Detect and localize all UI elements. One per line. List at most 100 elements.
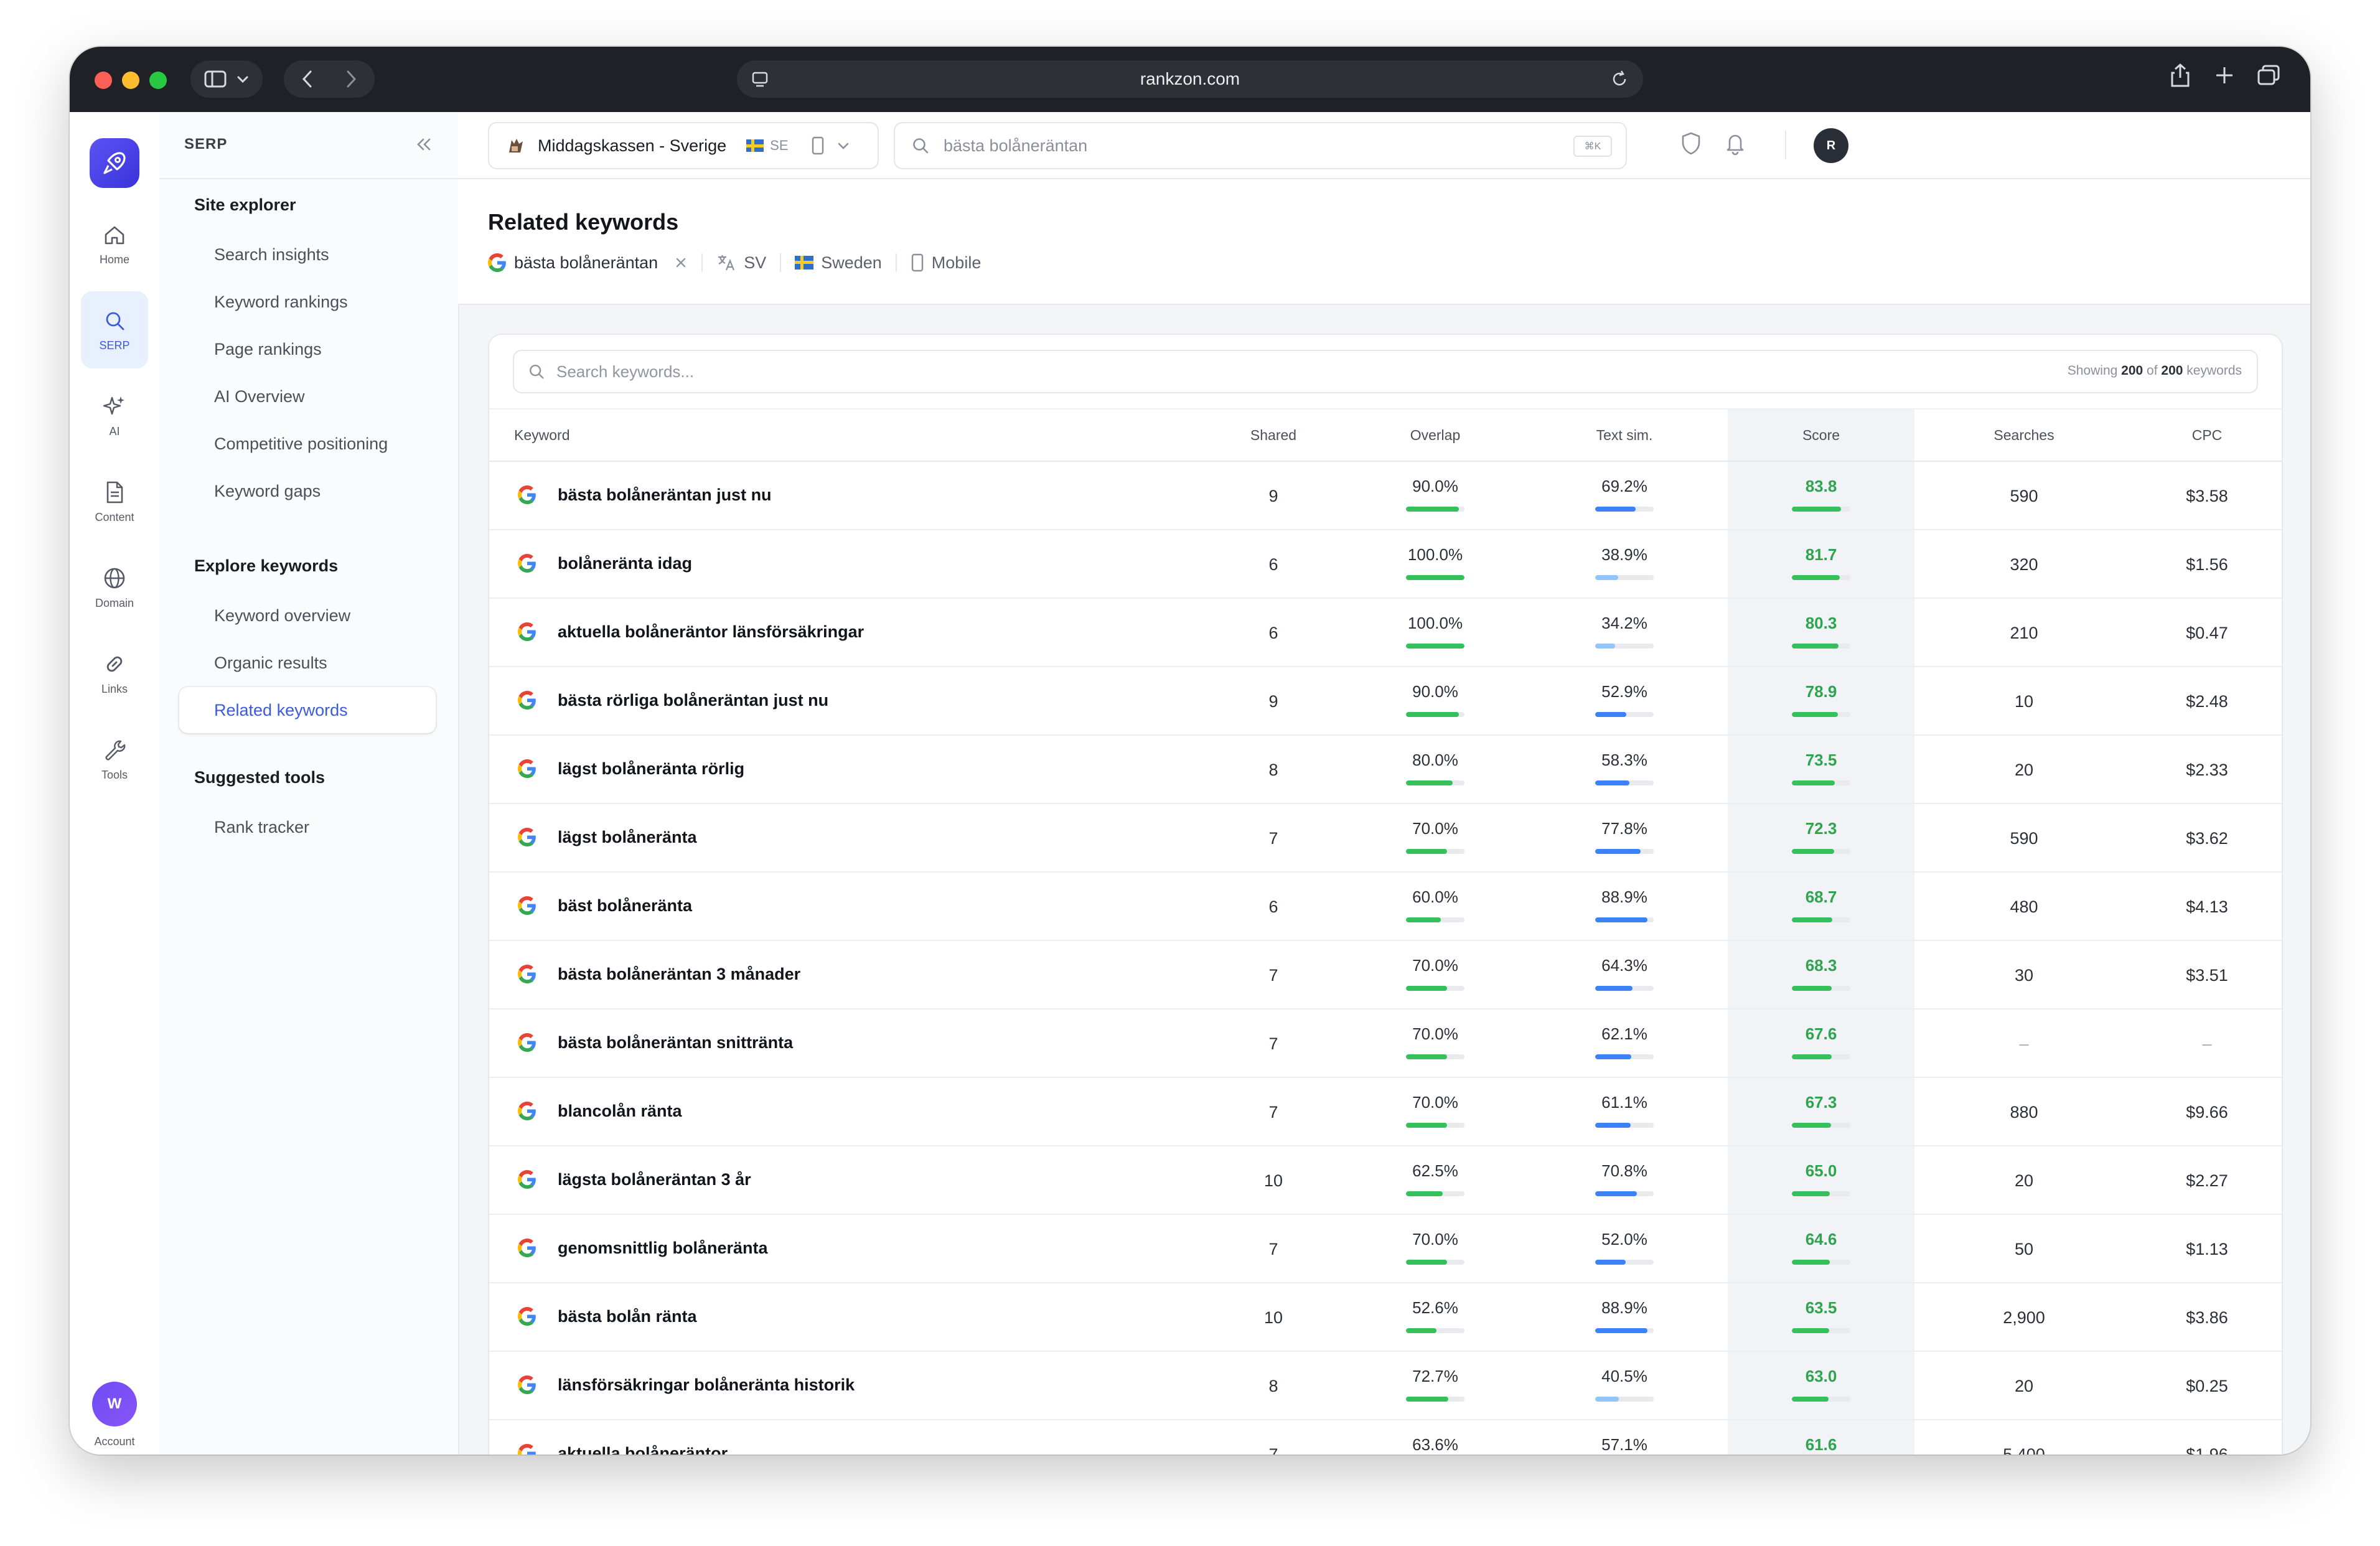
forward-icon[interactable] bbox=[345, 70, 357, 88]
nav-link-page-rankings[interactable]: Page rankings bbox=[214, 340, 322, 359]
rail-item-domain[interactable]: Domain bbox=[81, 549, 148, 626]
country-chip[interactable]: Sweden bbox=[795, 253, 882, 273]
page-settings-icon[interactable] bbox=[751, 70, 769, 88]
device-chip[interactable]: Mobile bbox=[911, 253, 981, 273]
table-row[interactable]: bästa bolån ränta 10 52.6% 88.9% 63.5 2,900 $3… bbox=[489, 1282, 2282, 1352]
google-icon bbox=[518, 1375, 536, 1394]
keyword-cell[interactable]: lägsta bolåneräntan 3 år bbox=[558, 1170, 751, 1189]
column-header-shared[interactable]: Shared bbox=[1211, 427, 1336, 444]
keyword-cell[interactable]: lägst bolåneränta bbox=[558, 828, 697, 847]
overlap-cell: 70.0% bbox=[1412, 1230, 1458, 1249]
share-icon[interactable] bbox=[2170, 63, 2191, 88]
account-button[interactable]: W Account bbox=[81, 1382, 148, 1450]
language-chip[interactable]: SV bbox=[716, 253, 766, 273]
keyword-cell[interactable]: aktuella bolåneräntor länsförsäkringar bbox=[558, 622, 864, 642]
maximize-window-button[interactable] bbox=[149, 72, 167, 89]
column-header-keyword[interactable]: Keyword bbox=[514, 427, 569, 444]
keyword-cell[interactable]: länsförsäkringar bolåneränta historik bbox=[558, 1375, 855, 1395]
project-selector[interactable]: Middagskassen - Sverige SE bbox=[488, 122, 879, 169]
keyword-cell[interactable]: bolåneränta idag bbox=[558, 554, 692, 573]
keyword-cell[interactable]: bästa bolån ränta bbox=[558, 1307, 697, 1326]
shield-icon[interactable] bbox=[1680, 131, 1702, 156]
table-row[interactable]: bästa bolåneräntan 3 månader 7 70.0% 64.3% 6… bbox=[489, 940, 2282, 1010]
nav-link-keyword-overview[interactable]: Keyword overview bbox=[214, 606, 350, 625]
column-header-score[interactable]: Score bbox=[1771, 427, 1871, 444]
cpc-cell: $3.86 bbox=[2186, 1308, 2228, 1327]
reload-icon[interactable] bbox=[1609, 69, 1629, 89]
nav-link-ai-overview[interactable]: AI Overview bbox=[214, 387, 305, 406]
rail-item-serp[interactable]: SERP bbox=[81, 291, 148, 368]
table-row[interactable]: länsförsäkringar bolåneränta historik 8 72… bbox=[489, 1351, 2282, 1420]
cpc-cell: $3.51 bbox=[2186, 966, 2228, 985]
column-header-cpc[interactable]: CPC bbox=[2145, 427, 2269, 444]
nav-link-rank-tracker[interactable]: Rank tracker bbox=[214, 818, 309, 837]
query-filters: bästa bolåneräntan SV Sweden Mobile bbox=[488, 253, 981, 273]
nav-section-title: Suggested tools bbox=[194, 768, 326, 787]
keyword-search-input[interactable]: Search keywords... Showing 200 of 200 ke… bbox=[513, 350, 2258, 393]
table-row[interactable]: bästa rörliga bolåneräntan just nu 9 90.0%… bbox=[489, 666, 2282, 736]
keyword-cell[interactable]: aktuella bolåneräntor bbox=[558, 1444, 728, 1455]
back-icon[interactable] bbox=[301, 70, 314, 88]
score-cell: 78.9 bbox=[1805, 682, 1837, 701]
table-row[interactable]: lägst bolåneränta 7 70.0% 77.8% 72.3 590 $3.62 bbox=[489, 803, 2282, 873]
text-sim-cell: 88.9% bbox=[1601, 1298, 1647, 1317]
collapse-sidebar-icon[interactable] bbox=[413, 134, 433, 154]
table-row[interactable]: aktuella bolåneräntor 7 63.6% 57.1% 61.6 5,40… bbox=[489, 1419, 2282, 1455]
text-sim-bar-fill bbox=[1595, 644, 1616, 649]
minimize-window-button[interactable] bbox=[122, 72, 139, 89]
text-sim-cell: 64.3% bbox=[1601, 956, 1647, 975]
keyword-cell[interactable]: bäst bolåneränta bbox=[558, 896, 692, 916]
new-tab-icon[interactable] bbox=[2214, 65, 2234, 85]
table-row[interactable]: bolåneränta idag 6 100.0% 38.9% 81.7 320 $1.56 bbox=[489, 529, 2282, 599]
tab-overview-icon[interactable] bbox=[2257, 64, 2280, 87]
app-logo[interactable] bbox=[90, 138, 139, 188]
query-chip[interactable]: bästa bolåneräntan bbox=[488, 253, 688, 273]
column-header-searches[interactable]: Searches bbox=[1962, 427, 2086, 444]
keyword-cell[interactable]: bästa bolåneräntan snittränta bbox=[558, 1033, 793, 1052]
nav-link-competitive-positioning[interactable]: Competitive positioning bbox=[214, 434, 388, 454]
searches-cell: 320 bbox=[2010, 555, 2038, 574]
rail-item-content[interactable]: Content bbox=[81, 463, 148, 540]
column-header-overlap[interactable]: Overlap bbox=[1385, 427, 1485, 444]
keyword-cell[interactable]: genomsnittlig bolåneränta bbox=[558, 1239, 768, 1258]
keyword-cell[interactable]: bästa bolåneräntan just nu bbox=[558, 485, 772, 505]
keyword-cell[interactable]: blancolån ränta bbox=[558, 1102, 682, 1121]
bell-icon[interactable] bbox=[1724, 131, 1746, 156]
search-shortcut-badge: ⌘K bbox=[1573, 136, 1612, 157]
sidebar-toggle-button[interactable] bbox=[190, 60, 263, 98]
rail-item-ai[interactable]: AI bbox=[81, 377, 148, 454]
nav-link-related-keywords[interactable]: Related keywords bbox=[214, 701, 348, 720]
table-row[interactable]: bästa bolåneräntan just nu 9 90.0% 69.2% 83.… bbox=[489, 461, 2282, 530]
cpc-cell: $0.25 bbox=[2186, 1377, 2228, 1395]
rail-item-tools[interactable]: Tools bbox=[81, 721, 148, 798]
address-bar[interactable]: rankzon.com bbox=[737, 60, 1643, 98]
rail-item-home[interactable]: Home bbox=[81, 205, 148, 283]
nav-link-keyword-gaps[interactable]: Keyword gaps bbox=[214, 482, 321, 501]
user-avatar[interactable]: R bbox=[1814, 128, 1848, 163]
table-row[interactable]: blancolån ränta 7 70.0% 61.1% 67.3 880 $9.66 bbox=[489, 1077, 2282, 1146]
text-sim-cell: 57.1% bbox=[1601, 1435, 1647, 1454]
keyword-cell[interactable]: bästa bolåneräntan 3 månader bbox=[558, 965, 800, 984]
keyword-cell[interactable]: lägst bolåneränta rörlig bbox=[558, 759, 744, 779]
text-sim-bar bbox=[1595, 1328, 1654, 1333]
searches-cell: 880 bbox=[2010, 1103, 2038, 1122]
text-sim-cell: 62.1% bbox=[1601, 1024, 1647, 1043]
score-cell: 67.3 bbox=[1805, 1093, 1837, 1112]
global-search-input[interactable]: bästa bolåneräntan ⌘K bbox=[894, 122, 1627, 169]
nav-link-organic-results[interactable]: Organic results bbox=[214, 654, 327, 673]
close-window-button[interactable] bbox=[95, 72, 112, 89]
nav-link-search-insights[interactable]: Search insights bbox=[214, 245, 329, 265]
table-row[interactable]: aktuella bolåneräntor länsförsäkringar 6 1… bbox=[489, 597, 2282, 667]
table-row[interactable]: genomsnittlig bolåneränta 7 70.0% 52.0% 64.6… bbox=[489, 1214, 2282, 1283]
keyword-cell[interactable]: bästa rörliga bolåneräntan just nu bbox=[558, 691, 828, 710]
rail-item-links[interactable]: Links bbox=[81, 635, 148, 712]
column-header-text-sim[interactable]: Text sim. bbox=[1575, 427, 1674, 444]
score-bar-fill bbox=[1792, 849, 1834, 854]
table-row[interactable]: lägst bolåneränta rörlig 8 80.0% 58.3% 73.5 2… bbox=[489, 734, 2282, 804]
table-row[interactable]: lägsta bolåneräntan 3 år 10 62.5% 70.8% 65.0… bbox=[489, 1145, 2282, 1215]
table-row[interactable]: bästa bolåneräntan snittränta 7 70.0% 62.1%… bbox=[489, 1008, 2282, 1078]
close-icon[interactable] bbox=[674, 256, 688, 269]
overlap-bar bbox=[1406, 507, 1464, 512]
table-row[interactable]: bäst bolåneränta 6 60.0% 88.9% 68.7 480 $4.13 bbox=[489, 871, 2282, 941]
nav-link-keyword-rankings[interactable]: Keyword rankings bbox=[214, 293, 348, 312]
